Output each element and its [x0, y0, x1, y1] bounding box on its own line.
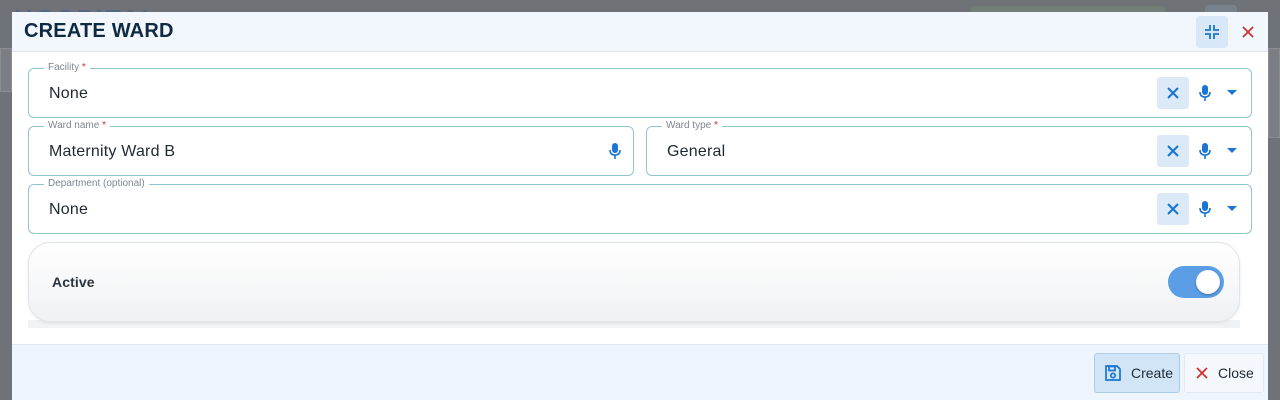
- dropdown-caret-icon: [1227, 90, 1237, 95]
- clear-icon: [1167, 145, 1179, 157]
- active-label: Active: [52, 274, 95, 290]
- ward-type-value: General: [667, 143, 726, 160]
- dialog-footer: Create Close: [12, 344, 1268, 400]
- department-dropdown-button[interactable]: [1222, 199, 1242, 219]
- department-clear-button[interactable]: [1157, 193, 1189, 225]
- facility-value: None: [49, 85, 89, 102]
- ward-name-label: Ward name *: [44, 120, 111, 132]
- active-toggle[interactable]: [1168, 266, 1224, 298]
- dropdown-caret-icon: [1227, 148, 1237, 153]
- clear-icon: [1167, 87, 1179, 99]
- dialog-title: CREATE WARD: [24, 20, 174, 42]
- facility-clear-button[interactable]: [1157, 77, 1189, 109]
- facility-dropdown-button[interactable]: [1222, 83, 1242, 103]
- save-icon: [1105, 365, 1121, 381]
- background-panel-right: [1268, 48, 1280, 138]
- department-label: Department (optional): [44, 178, 149, 190]
- facility-label: Facility *: [44, 62, 90, 74]
- ward-type-mic-button[interactable]: [1195, 141, 1215, 161]
- ward-type-select[interactable]: Ward type * General: [646, 120, 1252, 176]
- close-icon: [1196, 367, 1208, 379]
- background-panel-left: [0, 48, 12, 92]
- clear-icon: [1167, 203, 1179, 215]
- create-ward-dialog: CREATE WARD Facility * None Ward name *: [12, 12, 1268, 400]
- mic-icon: [609, 143, 621, 159]
- close-button-label: Close: [1218, 365, 1254, 381]
- mic-icon: [1199, 201, 1211, 217]
- mic-icon: [1199, 85, 1211, 101]
- create-button-label: Create: [1131, 365, 1174, 381]
- dialog-header: CREATE WARD: [12, 12, 1268, 52]
- ward-name-mic-button[interactable]: [605, 141, 625, 161]
- facility-select[interactable]: Facility * None: [28, 62, 1252, 118]
- shrink-icon: [1205, 25, 1219, 39]
- ward-name-value: Maternity Ward B: [49, 143, 176, 160]
- department-mic-button[interactable]: [1195, 199, 1215, 219]
- dropdown-caret-icon: [1227, 206, 1237, 211]
- ward-name-input[interactable]: Ward name * Maternity Ward B: [28, 120, 634, 176]
- ward-type-label: Ward type *: [662, 120, 722, 132]
- active-card: Active: [28, 242, 1240, 322]
- ward-type-dropdown-button[interactable]: [1222, 141, 1242, 161]
- ward-type-clear-button[interactable]: [1157, 135, 1189, 167]
- facility-mic-button[interactable]: [1195, 83, 1215, 103]
- mic-icon: [1199, 143, 1211, 159]
- close-button[interactable]: Close: [1184, 353, 1264, 393]
- close-icon: [1242, 26, 1254, 38]
- department-select[interactable]: Department (optional) None: [28, 178, 1252, 234]
- department-value: None: [49, 201, 89, 218]
- dialog-close-button[interactable]: [1232, 16, 1264, 48]
- create-button[interactable]: Create: [1094, 353, 1180, 393]
- shrink-button[interactable]: [1196, 16, 1228, 48]
- active-toggle-knob: [1196, 270, 1220, 294]
